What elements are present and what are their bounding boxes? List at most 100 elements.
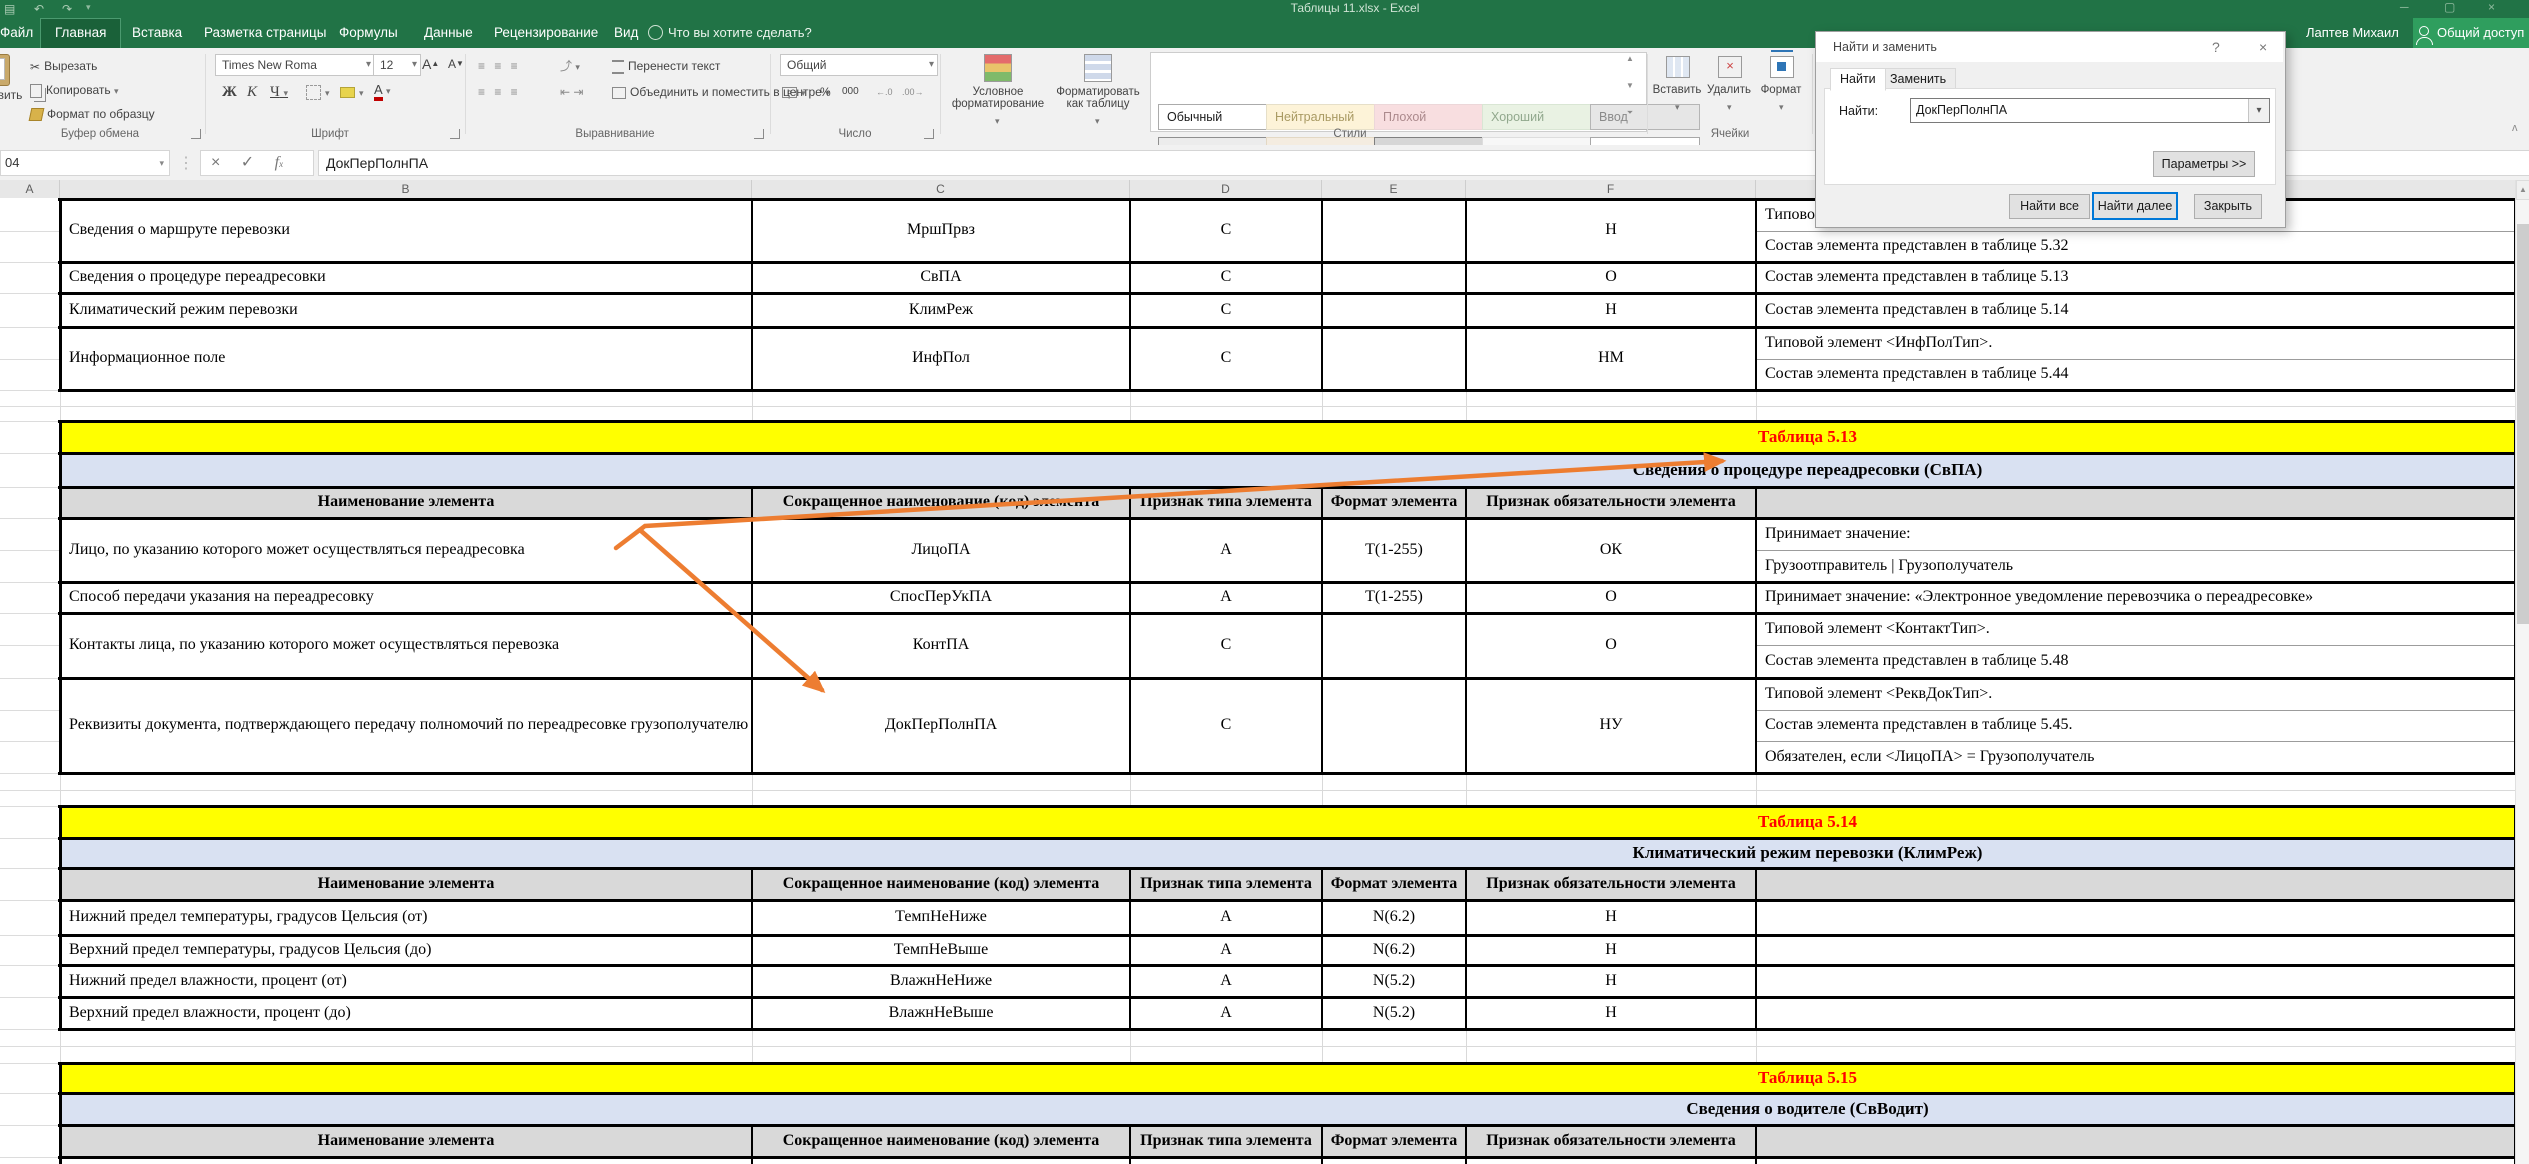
table-header-cell[interactable]: Сокращенное наименование (код) элемента	[752, 868, 1130, 900]
font-dialog-launcher[interactable]	[450, 129, 460, 139]
cell-required[interactable]: ОК	[1466, 518, 1756, 582]
cell-description[interactable]: Состав элемента представлен в таблице 5.…	[1758, 710, 2522, 741]
underline-button[interactable]: Ч ▾	[270, 82, 288, 102]
table-header-cell[interactable]: Признак типа элемента	[1130, 868, 1322, 900]
table-header-cell[interactable]: Признак типа элемента	[1130, 487, 1322, 518]
name-box-dropdown-icon[interactable]: ▾	[159, 151, 164, 175]
table-subtitle[interactable]: Сведения о водителе (СвВодит)	[1100, 1093, 2515, 1125]
qat-customize-icon[interactable]: ▾	[86, 2, 91, 13]
cell-description[interactable]	[1758, 965, 2522, 997]
close-window-icon[interactable]: ×	[2488, 0, 2495, 14]
cell-type[interactable]: С	[1130, 293, 1322, 327]
table-header-cell[interactable]: Наименование элемента	[60, 868, 752, 900]
cell-format[interactable]	[1322, 199, 1466, 262]
borders-button[interactable]: ▾	[306, 82, 330, 102]
table-header-cell[interactable]: Формат элемента	[1322, 487, 1466, 518]
cell-name[interactable]: Климатический режим перевозки	[62, 293, 759, 327]
gallery-scroll-up-icon[interactable]: ▲	[1621, 54, 1639, 63]
restore-icon[interactable]: ▢	[2444, 0, 2455, 14]
table-header-cell[interactable]: Сокращенное наименование (код) элемента	[752, 487, 1130, 518]
scrollbar-up-icon[interactable]: ▲	[2516, 180, 2529, 200]
cell-description[interactable]	[1758, 900, 2522, 935]
cell-description[interactable]: Типовой элемент <ИнфПолТип>.	[1758, 327, 2522, 359]
cell-required[interactable]: НМ	[1466, 327, 1756, 390]
ribbon-tab-7[interactable]: Вид	[600, 18, 652, 48]
cell-required[interactable]: О	[1466, 613, 1756, 678]
table-title[interactable]: Таблица 5.15	[1100, 1063, 2515, 1093]
cell-type[interactable]: А	[1130, 935, 1322, 965]
column-header-B[interactable]: B	[60, 180, 752, 198]
table-title[interactable]: Таблица 5.13	[1100, 421, 2515, 453]
cell-name[interactable]: Сведения о маршруте перевозки	[62, 199, 759, 262]
scrollbar-thumb[interactable]	[2517, 224, 2529, 624]
sheet-grid[interactable]: Сведения о маршруте перевозкиМршПрвзСНТи…	[0, 198, 2529, 1164]
table-header-cell[interactable]: Наименование элемента	[60, 1125, 752, 1157]
gallery-scroll-down-icon[interactable]: ▼	[1621, 81, 1639, 90]
column-header-E[interactable]: E	[1322, 180, 1466, 198]
format-as-table-button[interactable]: Форматировать как таблицу ▾	[1050, 52, 1146, 136]
cell-name[interactable]: Нижний предел влажности, процент (от)	[62, 965, 759, 997]
cell-format[interactable]: N(6.2)	[1322, 900, 1466, 935]
cell-type[interactable]: С	[1130, 613, 1322, 678]
cell-code[interactable]: ВлажнНеНиже	[752, 965, 1130, 997]
close-button[interactable]: Закрыть	[2194, 194, 2262, 219]
cell-description[interactable]: Состав элемента представлен в таблице 5.…	[1758, 359, 2522, 390]
find-all-button[interactable]: Найти все	[2009, 194, 2090, 219]
cell-type[interactable]: А	[1130, 900, 1322, 935]
cell-format[interactable]: N(5.2)	[1322, 997, 1466, 1029]
cell-code[interactable]: КонтПА	[752, 613, 1130, 678]
font-name-combo[interactable]: Times New Roma▾	[215, 54, 375, 76]
table-header-cell[interactable]: Признак обязательности элемента	[1466, 1125, 1756, 1157]
cell-description[interactable]: Состав элемента представлен в таблице 5.…	[1758, 645, 2522, 678]
table-header-cell[interactable]: Сокращенное наименование (код) элемента	[752, 1125, 1130, 1157]
cell-type[interactable]: А	[1130, 582, 1322, 613]
table-header-cell[interactable]: Признак типа элемента	[1130, 1125, 1322, 1157]
table-title[interactable]: Таблица 5.14	[1100, 806, 2515, 838]
cell-format[interactable]	[1322, 678, 1466, 773]
shrink-font-button[interactable]: А▼	[448, 54, 464, 74]
style-chip-1[interactable]: Нейтральный	[1266, 104, 1376, 130]
cell-format[interactable]: Т(1-255)	[1322, 518, 1466, 582]
number-format-combo[interactable]: Общий▾	[780, 54, 938, 76]
insert-cells-button[interactable]: Вставить ▾	[1652, 52, 1702, 136]
cell-format[interactable]	[1322, 293, 1466, 327]
table-header-cell[interactable]: Признак обязательности элемента	[1466, 868, 1756, 900]
conditional-formatting-button[interactable]: Условное форматирование ▾	[950, 52, 1046, 136]
tell-me-box[interactable]: Что вы хотите сделать?	[668, 18, 812, 48]
cell-code[interactable]: ЛицоПА	[752, 518, 1130, 582]
cell-type[interactable]: А	[1130, 965, 1322, 997]
cell-code[interactable]: СвПА	[752, 262, 1130, 293]
cell-description[interactable]: Типовой элемент <КонтактТип>.	[1758, 613, 2522, 645]
italic-button[interactable]: К	[247, 82, 257, 102]
cell-format[interactable]: Т(1-255)	[1322, 582, 1466, 613]
cell-required[interactable]: НУ	[1466, 678, 1756, 773]
horizontal-align-icons[interactable]: ≡ ≡ ≡	[478, 82, 521, 102]
grow-font-button[interactable]: А▲	[422, 54, 439, 74]
options-button[interactable]: Параметры >>	[2153, 151, 2255, 177]
vertical-scrollbar[interactable]: ▲	[2515, 180, 2529, 1164]
cell-code[interactable]: ДокПерПолнПА	[752, 678, 1130, 773]
ribbon-tab-6[interactable]: Рецензирование	[480, 18, 612, 48]
cell-description[interactable]: Типовой элемент <РеквДокТип>.	[1758, 678, 2522, 710]
find-what-input[interactable]: ДокПерПолнПА ▾	[1910, 98, 2270, 123]
dialog-help-icon[interactable]: ?	[2212, 39, 2220, 55]
cell-code[interactable]: ТемпНеНиже	[752, 900, 1130, 935]
cell-format[interactable]	[1322, 327, 1466, 390]
cell-code[interactable]: ВлажнНеВыше	[752, 997, 1130, 1029]
cell-name[interactable]: Сведения о процедуре переадресовки	[62, 262, 759, 293]
ribbon-tab-3[interactable]: Разметка страницы	[190, 18, 340, 48]
cell-name[interactable]: Лицо, по указанию которого может осущест…	[62, 518, 759, 582]
table-header-cell[interactable]: Формат элемента	[1322, 1125, 1466, 1157]
name-box[interactable]: 04 ▾	[0, 150, 170, 176]
ribbon-tab-5[interactable]: Данные	[410, 18, 487, 48]
cell-name[interactable]: Нижний предел температуры, градусов Цель…	[62, 900, 759, 935]
dialog-close-icon[interactable]: ×	[2259, 39, 2267, 55]
copy-button[interactable]: Копировать ▾	[30, 80, 119, 100]
cancel-formula-icon[interactable]: ×	[211, 154, 220, 171]
column-header-C[interactable]: C	[752, 180, 1130, 198]
percent-button[interactable]: %	[820, 82, 831, 102]
column-header-F[interactable]: F	[1466, 180, 1756, 198]
increase-decimal-button[interactable]: ←.0	[876, 82, 893, 102]
cell-code[interactable]: СпосПерУкПА	[752, 582, 1130, 613]
cell-required[interactable]: Н	[1466, 965, 1756, 997]
